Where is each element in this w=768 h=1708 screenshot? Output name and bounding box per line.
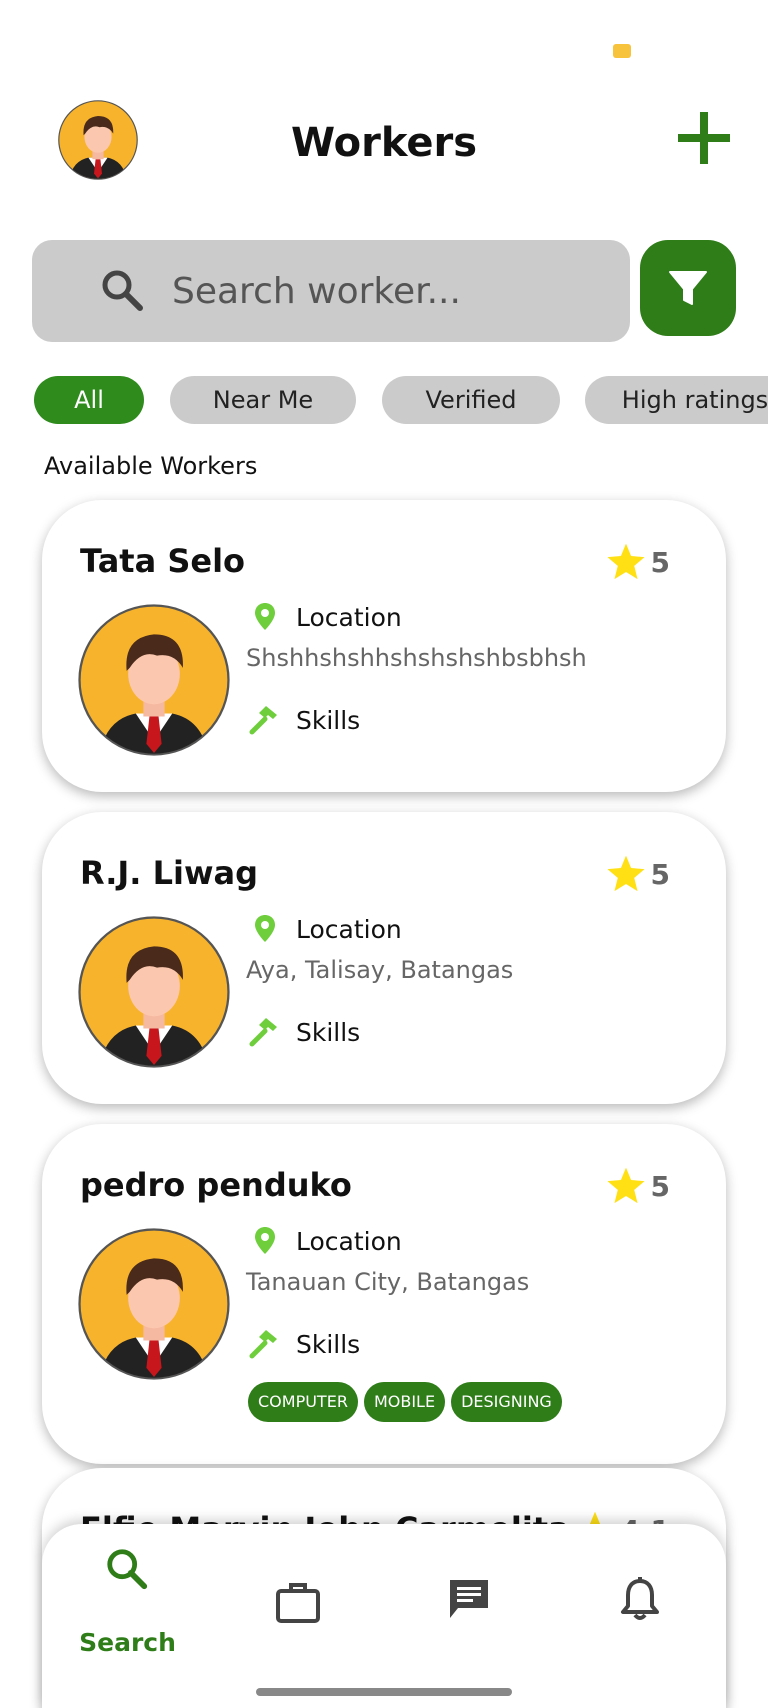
section-label: Available Workers	[44, 452, 258, 480]
filter-button[interactable]	[640, 240, 736, 336]
plus-icon[interactable]	[676, 110, 732, 166]
chip-verified[interactable]: Verified	[382, 376, 560, 424]
location-value: Aya, Talisay, Batangas	[246, 956, 514, 984]
skills-label: Skills	[296, 1329, 361, 1359]
hammer-icon	[246, 1326, 282, 1362]
worker-name: R.J. Liwag	[80, 854, 259, 892]
location-row: Location	[248, 600, 402, 634]
location-label: Location	[296, 602, 402, 632]
worker-name: Tata Selo	[80, 542, 246, 580]
chip-near-me[interactable]: Near Me	[170, 376, 356, 424]
search-bar	[32, 240, 630, 342]
hammer-icon	[246, 702, 282, 738]
worker-name: pedro penduko	[80, 1166, 352, 1204]
skills-row: Skills	[246, 1324, 360, 1364]
hammer-icon	[246, 1014, 282, 1050]
location-row: Location	[248, 912, 402, 946]
skill-tags: COMPUTER MOBILE DESIGNING	[248, 1382, 562, 1422]
worker-photo	[78, 604, 230, 756]
filter-icon	[669, 271, 707, 305]
chip-all[interactable]: All	[34, 376, 144, 424]
location-pin-icon	[255, 603, 275, 630]
skill-tag[interactable]: DESIGNING	[451, 1382, 562, 1422]
location-pin-icon	[255, 1227, 275, 1254]
nav-messages[interactable]	[384, 1524, 555, 1674]
nav-notifications[interactable]	[555, 1524, 726, 1674]
filter-chips: All Near Me Verified High ratings	[0, 376, 768, 426]
briefcase-icon	[276, 1583, 320, 1623]
location-value: Tanauan City, Batangas	[246, 1268, 530, 1296]
rating-value: 5	[650, 1169, 670, 1203]
rating: 5	[605, 852, 670, 896]
star-icon	[606, 855, 645, 892]
rating-value: 5	[650, 857, 670, 891]
status-indicator	[613, 44, 631, 58]
nav-label: Search	[79, 1628, 176, 1657]
location-label: Location	[296, 914, 402, 944]
nav-jobs[interactable]	[213, 1524, 384, 1674]
skills-row: Skills	[246, 700, 360, 740]
star-icon	[606, 1167, 645, 1204]
nav-search[interactable]: Search	[42, 1524, 213, 1674]
rating: 5	[605, 540, 670, 584]
skills-row: Skills	[246, 1012, 360, 1052]
search-icon	[107, 1549, 148, 1590]
worker-photo	[78, 916, 230, 1068]
bottom-nav: Search	[42, 1524, 726, 1708]
worker-card[interactable]: pedro penduko 5 Location Tanauan City, B…	[42, 1124, 726, 1464]
bell-icon	[621, 1577, 659, 1620]
location-label: Location	[296, 1226, 402, 1256]
chat-icon	[450, 1580, 488, 1618]
search-icon	[102, 270, 143, 311]
search-input[interactable]	[172, 260, 612, 322]
worker-card[interactable]: Tata Selo 5 Location Shshhshshhshshshshb…	[42, 500, 726, 792]
skills-label: Skills	[296, 705, 361, 735]
location-pin-icon	[255, 915, 275, 942]
skill-tag[interactable]: MOBILE	[363, 1382, 446, 1422]
rating-value: 5	[650, 545, 670, 579]
location-value: Shshhshshhshshshshbsbhsh	[246, 644, 587, 672]
page-title: Workers	[290, 120, 478, 166]
worker-photo	[78, 1228, 230, 1380]
skill-tag[interactable]: COMPUTER	[248, 1382, 358, 1422]
chip-high-ratings[interactable]: High ratings	[585, 376, 768, 424]
worker-card[interactable]: R.J. Liwag 5 Location Aya, Talisay, Bata…	[42, 812, 726, 1104]
home-indicator	[256, 1688, 512, 1696]
header: Workers	[0, 90, 768, 200]
star-icon	[606, 543, 645, 580]
location-row: Location	[248, 1224, 402, 1258]
skills-label: Skills	[296, 1017, 361, 1047]
rating: 5	[605, 1164, 670, 1208]
